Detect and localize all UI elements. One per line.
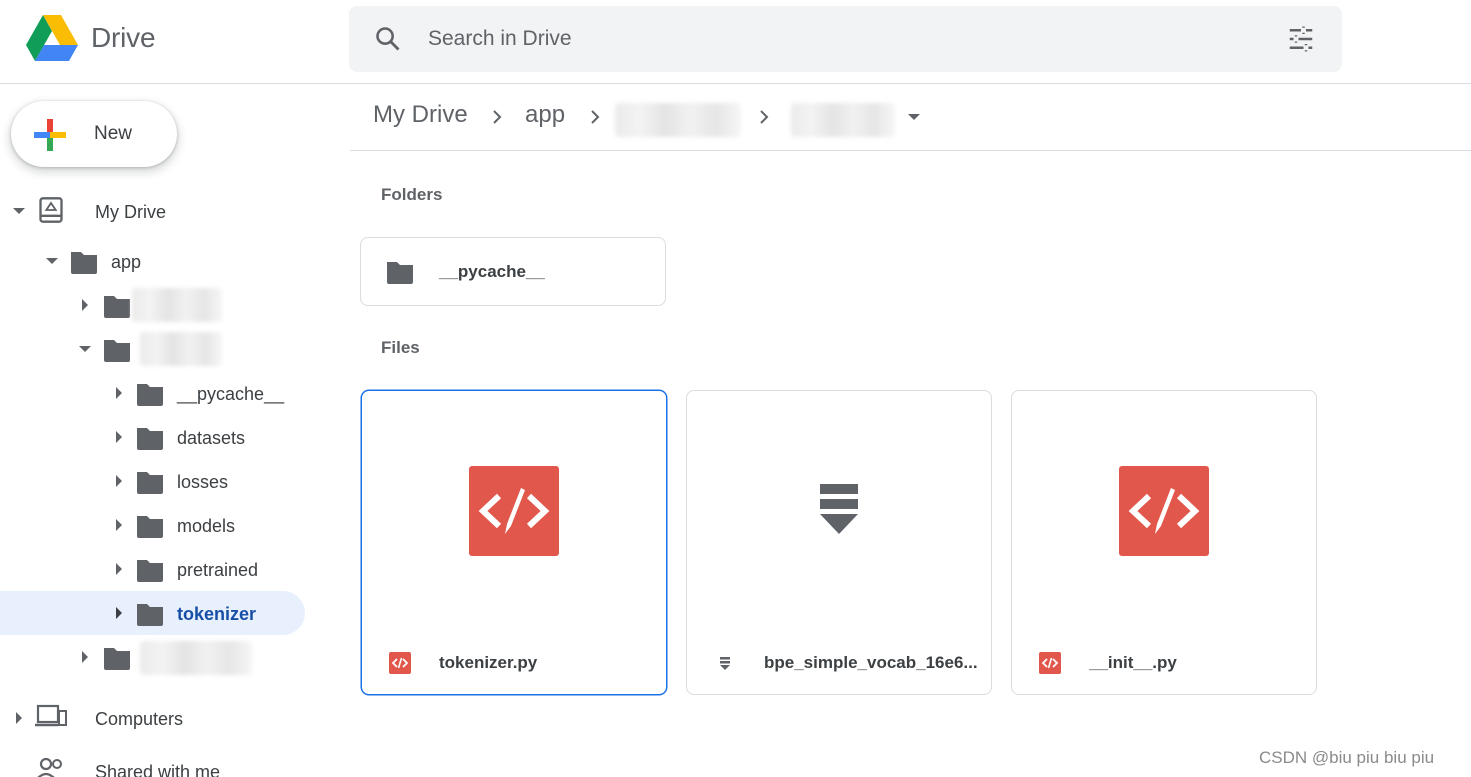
my-drive-icon: [39, 197, 63, 223]
sidebar-item-app[interactable]: app: [0, 239, 305, 283]
sidebar-item-shared-with-me[interactable]: Shared with me: [0, 748, 305, 777]
sidebar-item-redacted-folder[interactable]: [0, 635, 305, 679]
folder-card[interactable]: __pycache__: [360, 237, 666, 306]
sidebar-item-label: My Drive: [95, 202, 166, 222]
folder-icon: [137, 472, 163, 494]
sidebar-item-label: models: [177, 516, 236, 536]
drive-logo-icon[interactable]: [26, 15, 78, 61]
chevron-right-icon: [493, 110, 502, 124]
code-file-icon: [1039, 652, 1061, 674]
plus-icon: [34, 119, 66, 151]
code-file-icon: [389, 652, 411, 674]
redacted-label: [132, 288, 222, 322]
folder-icon: [104, 648, 130, 670]
caret-down-icon[interactable]: [906, 111, 922, 123]
archive-file-icon: [720, 657, 730, 670]
caret-down-icon[interactable]: [77, 341, 93, 357]
breadcrumb-item-current-redacted[interactable]: [791, 103, 895, 137]
folder-icon: [137, 560, 163, 582]
code-file-thumbnail-icon: [1119, 466, 1209, 556]
sidebar-item-label: __pycache__: [177, 384, 285, 404]
sidebar-item-redacted-folder[interactable]: [0, 283, 305, 327]
sidebar-item-redacted-folder[interactable]: [0, 327, 305, 371]
file-card[interactable]: tokenizer.py: [361, 390, 667, 695]
sidebar-item-tokenizer[interactable]: tokenizer: [0, 591, 305, 635]
sidebar-item-label: datasets: [177, 428, 246, 448]
sidebar-item-label: app: [111, 252, 142, 272]
caret-down-icon[interactable]: [44, 253, 60, 269]
caret-down-icon[interactable]: [11, 203, 27, 219]
sidebar-item-pycache[interactable]: __pycache__: [0, 371, 305, 415]
chevron-right-icon: [760, 110, 769, 124]
caret-right-icon[interactable]: [111, 473, 127, 489]
folder-icon: [137, 516, 163, 538]
redacted-label: [140, 641, 252, 675]
breadcrumb-item-app[interactable]: app: [525, 101, 565, 129]
archive-file-thumbnail-icon: [820, 484, 858, 534]
sidebar-item-pretrained[interactable]: pretrained: [0, 547, 305, 591]
search-icon[interactable]: [374, 25, 402, 53]
redacted-label: [140, 332, 222, 366]
folder-name: __pycache__: [439, 262, 545, 281]
sidebar-item-models[interactable]: models: [0, 503, 305, 547]
sidebar-item-label: Computers: [95, 709, 184, 729]
caret-right-icon[interactable]: [77, 297, 93, 313]
file-name: __init__.py: [1089, 653, 1177, 672]
chevron-right-icon: [591, 110, 600, 124]
computers-icon: [35, 704, 67, 727]
sidebar-item-computers[interactable]: Computers: [0, 696, 305, 740]
file-card[interactable]: bpe_simple_vocab_16e6...: [686, 390, 992, 695]
top-bar: Drive: [0, 0, 1471, 84]
caret-right-icon[interactable]: [111, 385, 127, 401]
sidebar-item-label: pretrained: [177, 560, 259, 580]
caret-right-icon[interactable]: [111, 605, 127, 621]
file-name: bpe_simple_vocab_16e6...: [764, 653, 978, 672]
folder-icon: [104, 296, 130, 318]
people-icon: [37, 757, 62, 777]
new-button-label: New: [94, 123, 133, 144]
folders-section-label: Folders: [381, 185, 443, 204]
folder-icon: [104, 340, 130, 362]
sidebar-item-losses[interactable]: losses: [0, 459, 305, 503]
watermark: CSDN @biu piu biu piu: [1259, 748, 1435, 767]
search-input[interactable]: [428, 22, 1248, 56]
breadcrumb-item-my-drive[interactable]: My Drive: [373, 101, 468, 129]
product-name[interactable]: Drive: [91, 22, 156, 54]
caret-right-icon[interactable]: [111, 561, 127, 577]
caret-right-icon[interactable]: [111, 517, 127, 533]
folder-icon: [387, 262, 413, 284]
sidebar-item-datasets[interactable]: datasets: [0, 415, 305, 459]
sidebar-item-label: tokenizer: [177, 604, 257, 624]
files-section-label: Files: [381, 338, 420, 357]
caret-right-icon[interactable]: [111, 429, 127, 445]
sidebar-item-label: Shared with me: [95, 762, 221, 777]
folder-icon: [137, 428, 163, 450]
breadcrumb-item-redacted[interactable]: [615, 103, 741, 137]
folder-icon: [137, 384, 163, 406]
sidebar-item-label: losses: [177, 472, 229, 492]
folder-icon: [137, 604, 163, 626]
code-file-thumbnail-icon: [469, 466, 559, 556]
file-name: tokenizer.py: [439, 653, 538, 672]
caret-right-icon[interactable]: [11, 710, 27, 726]
caret-right-icon[interactable]: [77, 649, 93, 665]
search-options-icon[interactable]: [1286, 24, 1316, 54]
file-card[interactable]: __init__.py: [1011, 390, 1317, 695]
sidebar-item-my-drive[interactable]: My Drive: [0, 189, 305, 233]
folder-icon: [71, 252, 97, 274]
